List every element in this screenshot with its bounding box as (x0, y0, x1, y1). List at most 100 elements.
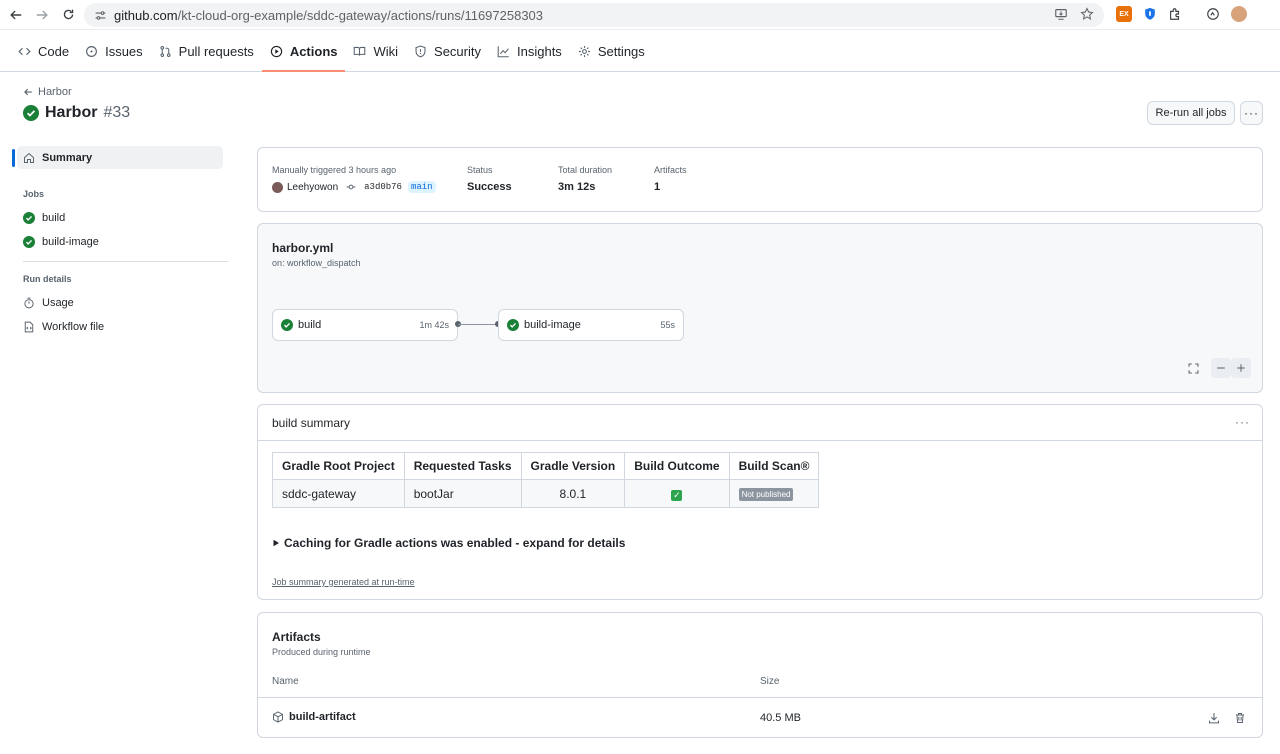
graph-zoom-controls (1183, 358, 1251, 378)
graph-job-build-image[interactable]: build-image 55s (498, 309, 684, 341)
repo-nav: Code Issues Pull requests Actions Wiki S… (0, 31, 1280, 72)
sidebar-item-workflow-file[interactable]: Workflow file (12, 315, 228, 338)
tab-wiki-label: Wiki (373, 43, 399, 59)
tab-issues-label: Issues (105, 43, 143, 59)
url-path: /kt-cloud-org-example/sddc-gateway/actio… (177, 7, 544, 23)
install-app-icon[interactable] (1054, 7, 1068, 24)
tab-security-label: Security (434, 43, 481, 59)
sidebar-item-summary[interactable]: Summary (17, 146, 223, 169)
actor-link[interactable]: Leehyowon (287, 182, 338, 193)
trigger-text: Manually triggered 3 hours ago (272, 165, 397, 175)
book-icon (354, 46, 366, 56)
artifact-link[interactable]: build-artifact (272, 711, 356, 723)
table-header-row: Gradle Root Project Requested Tasks Grad… (272, 452, 820, 480)
artifacts-title: Artifacts (272, 630, 321, 644)
artifact-size: 40.5 MB (760, 712, 801, 724)
bookmark-star-icon[interactable] (1080, 7, 1094, 24)
download-icon[interactable] (1207, 711, 1221, 725)
home-icon (24, 152, 34, 163)
sidebar-item-usage[interactable]: Usage (12, 291, 228, 314)
fullscreen-icon[interactable] (1183, 358, 1203, 378)
workflow-trigger-event: on: workflow_dispatch (272, 258, 361, 268)
build-summary-title: build summary (272, 415, 351, 430)
pull-request-icon (160, 45, 171, 57)
job-summary-generated-link[interactable]: Job summary generated at run-time (272, 577, 415, 587)
build-summary-card: build summary ··· Gradle Root Project Re… (257, 404, 1263, 600)
triangle-right-icon (273, 539, 279, 547)
table-header: Build Outcome (624, 452, 730, 480)
tab-security[interactable]: Security (406, 31, 489, 71)
back-to-workflow-link[interactable]: Harbor (23, 86, 72, 98)
table-cell-scan: Not published (728, 479, 820, 508)
extension-ex-icon[interactable]: EX (1116, 6, 1132, 22)
check-circle-icon (23, 105, 39, 121)
browser-toolbar: github.com/kt-cloud-org-example/sddc-gat… (0, 0, 1280, 30)
address-bar[interactable]: github.com/kt-cloud-org-example/sddc-gat… (84, 3, 1104, 27)
sidebar-run-details-heading: Run details (23, 274, 72, 284)
status-value: Success (467, 181, 512, 193)
graph-icon (497, 45, 509, 57)
build-summary-more-button[interactable]: ··· (1235, 415, 1250, 429)
rerun-all-jobs-button[interactable]: Re-run all jobs (1147, 101, 1235, 125)
tab-code[interactable]: Code (10, 31, 77, 71)
artifacts-divider (258, 697, 1262, 698)
sidebar-item-job-build-image[interactable]: build-image (12, 230, 228, 253)
gear-icon (578, 45, 590, 57)
artifacts-subtitle: Produced during runtime (272, 647, 371, 657)
commit-icon (346, 184, 356, 190)
check-circle-icon (281, 319, 293, 331)
run-sidebar: Summary Jobs build build-image Run detai… (12, 146, 228, 339)
tab-actions-label: Actions (289, 43, 338, 59)
forward-arrow-icon[interactable] (29, 2, 55, 28)
check-circle-icon (23, 235, 35, 248)
run-number: #33 (103, 104, 131, 121)
url-text: github.com/kt-cloud-org-example/sddc-gat… (114, 8, 543, 23)
back-arrow-icon[interactable] (3, 2, 29, 28)
sidebar-job-label: build (42, 211, 66, 224)
zoom-out-icon[interactable] (1211, 358, 1231, 378)
tab-wiki[interactable]: Wiki (345, 31, 406, 71)
tab-issues[interactable]: Issues (77, 31, 151, 71)
page-title: Harbor #33 (23, 104, 130, 122)
tab-code-label: Code (38, 43, 70, 59)
duration-label: Total duration (558, 165, 613, 175)
tab-actions[interactable]: Actions (261, 31, 346, 72)
graph-job-build[interactable]: build 1m 42s (272, 309, 458, 341)
tab-insights[interactable]: Insights (489, 31, 570, 71)
site-settings-icon[interactable] (92, 7, 108, 23)
code-icon (18, 47, 31, 55)
url-host: github.com (114, 7, 178, 23)
sidebar-item-job-build[interactable]: build (12, 206, 228, 229)
actor-avatar[interactable] (272, 181, 283, 193)
extension-shield-icon[interactable] (1142, 6, 1158, 22)
sidebar-job-label: build-image (42, 235, 99, 248)
commit-link[interactable]: a3d0b76 (364, 182, 402, 192)
table-header: Gradle Root Project (272, 452, 405, 480)
trigger-row: Leehyowon a3d0b76 main (272, 181, 436, 193)
table-cell-project: sddc-gateway (272, 479, 405, 508)
table-header: Gradle Version (520, 452, 626, 480)
sidebar-summary-label: Summary (42, 151, 93, 164)
artifact-name: build-artifact (289, 711, 356, 723)
table-header: Build Scan® (728, 452, 820, 480)
branch-badge[interactable]: main (407, 181, 436, 193)
run-summary-card: Manually triggered 3 hours ago Leehyowon… (257, 147, 1263, 212)
caching-details-toggle[interactable]: Caching for Gradle actions was enabled -… (272, 536, 625, 550)
trash-icon[interactable] (1233, 711, 1247, 725)
sync-icon[interactable] (1205, 6, 1221, 22)
tab-pull-requests[interactable]: Pull requests (151, 31, 262, 71)
profile-avatar[interactable] (1231, 6, 1247, 22)
tab-settings[interactable]: Settings (570, 31, 653, 71)
caching-details-text: Caching for Gradle actions was enabled -… (284, 536, 626, 550)
sidebar-workflow-file-label: Workflow file (42, 320, 105, 333)
artifacts-col-name: Name (272, 676, 299, 687)
zoom-in-icon[interactable] (1231, 358, 1251, 378)
workflow-graph-card: harbor.yml on: workflow_dispatch build 1… (257, 223, 1263, 393)
gradle-summary-table: Gradle Root Project Requested Tasks Grad… (272, 452, 820, 508)
artifacts-count[interactable]: 1 (654, 181, 660, 193)
run-more-button[interactable]: ··· (1240, 101, 1263, 125)
reload-icon[interactable] (55, 2, 81, 28)
extensions-puzzle-icon[interactable] (1167, 6, 1183, 22)
back-link-label: Harbor (38, 86, 72, 98)
issue-icon (86, 45, 98, 57)
